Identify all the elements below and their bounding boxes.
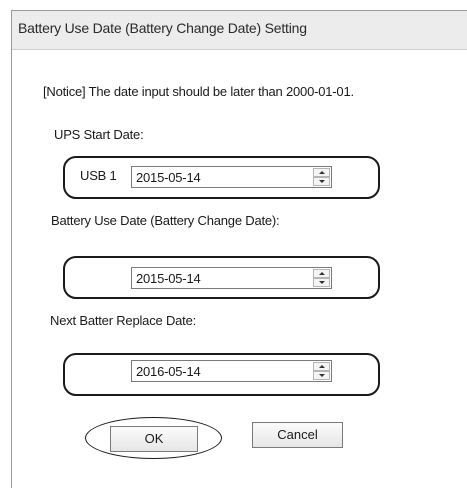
title-bar: Battery Use Date (Battery Change Date) S…: [12, 11, 467, 50]
ups-start-date-value: 2015-05-14: [136, 170, 201, 185]
ups-start-date-spinner: [313, 168, 330, 186]
ups-start-date-label: UPS Start Date:: [54, 127, 144, 142]
dialog-window: Battery Use Date (Battery Change Date) S…: [11, 10, 467, 489]
next-replace-date-value: 2016-05-14: [136, 364, 201, 379]
ups-start-date-decrement-button[interactable]: [313, 177, 330, 186]
cancel-button[interactable]: Cancel: [252, 422, 343, 448]
battery-use-date-value: 2015-05-14: [136, 271, 201, 286]
window-title: Battery Use Date (Battery Change Date) S…: [18, 20, 307, 36]
dialog-content: [Notice] The date input should be later …: [12, 50, 467, 489]
next-replace-date-increment-button[interactable]: [313, 362, 330, 371]
arrow-up-icon: [319, 365, 325, 368]
battery-use-date-decrement-button[interactable]: [313, 278, 330, 287]
arrow-up-icon: [319, 171, 325, 174]
arrow-up-icon: [319, 272, 325, 275]
next-replace-date-decrement-button[interactable]: [313, 371, 330, 380]
ups-start-date-increment-button[interactable]: [313, 168, 330, 177]
battery-use-date-field[interactable]: 2015-05-14: [131, 267, 332, 289]
next-replace-date-field[interactable]: 2016-05-14: [131, 360, 332, 382]
ups-start-date-field[interactable]: 2015-05-14: [131, 166, 332, 188]
arrow-down-icon: [319, 281, 325, 284]
notice-text: [Notice] The date input should be later …: [43, 84, 354, 99]
usb-device-label: USB 1: [80, 168, 117, 183]
battery-use-date-spinner: [313, 269, 330, 287]
next-replace-date-label: Next Batter Replace Date:: [50, 313, 197, 328]
arrow-down-icon: [319, 180, 325, 183]
battery-use-date-increment-button[interactable]: [313, 269, 330, 278]
arrow-down-icon: [319, 374, 325, 377]
battery-use-date-label: Battery Use Date (Battery Change Date):: [51, 213, 280, 228]
ok-button[interactable]: OK: [110, 426, 198, 452]
next-replace-date-spinner: [313, 362, 330, 380]
